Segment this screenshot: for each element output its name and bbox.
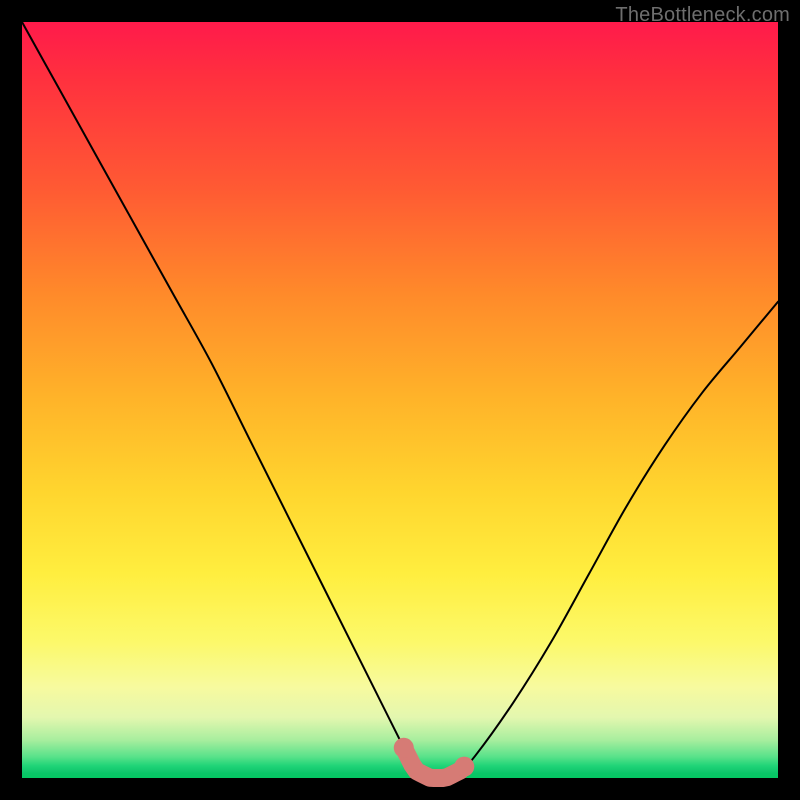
bottleneck-curve (22, 22, 778, 779)
plot-area (22, 22, 778, 778)
optimal-band-end-dot (454, 757, 474, 777)
chart-frame: TheBottleneck.com (0, 0, 800, 800)
optimal-band-start-dot (394, 738, 414, 758)
curve-svg (22, 22, 778, 778)
